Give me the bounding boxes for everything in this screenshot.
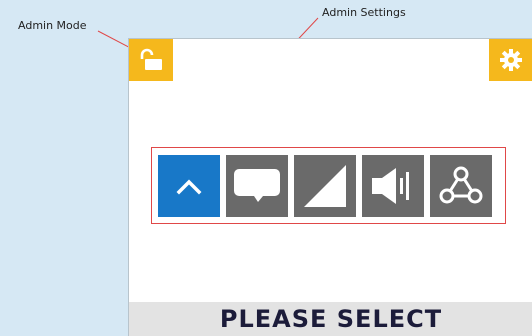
network-nodes-icon bbox=[439, 166, 483, 204]
admin-mode-callout: Admin Mode bbox=[18, 19, 87, 32]
speaker-icon bbox=[372, 168, 409, 204]
device-screen: PLEASE SELECT bbox=[128, 38, 532, 336]
ramp-triangle-icon bbox=[304, 165, 346, 207]
up-arrow-button[interactable] bbox=[158, 155, 220, 217]
chevron-up-icon bbox=[176, 179, 202, 195]
unlocked-padlock-icon bbox=[140, 48, 162, 70]
admin-settings-callout: Admin Settings bbox=[322, 6, 406, 19]
settings-button[interactable] bbox=[489, 39, 532, 81]
status-bar: PLEASE SELECT bbox=[129, 302, 532, 336]
network-button[interactable] bbox=[430, 155, 492, 217]
volume-ramp-button[interactable] bbox=[294, 155, 356, 217]
gear-icon bbox=[500, 49, 522, 71]
admin-mode-button[interactable] bbox=[129, 39, 173, 81]
speech-bubble-icon bbox=[234, 169, 280, 202]
status-text: PLEASE SELECT bbox=[219, 305, 443, 333]
admin-settings-menu bbox=[151, 147, 506, 224]
speech-button[interactable] bbox=[226, 155, 288, 217]
speaker-button[interactable] bbox=[362, 155, 424, 217]
